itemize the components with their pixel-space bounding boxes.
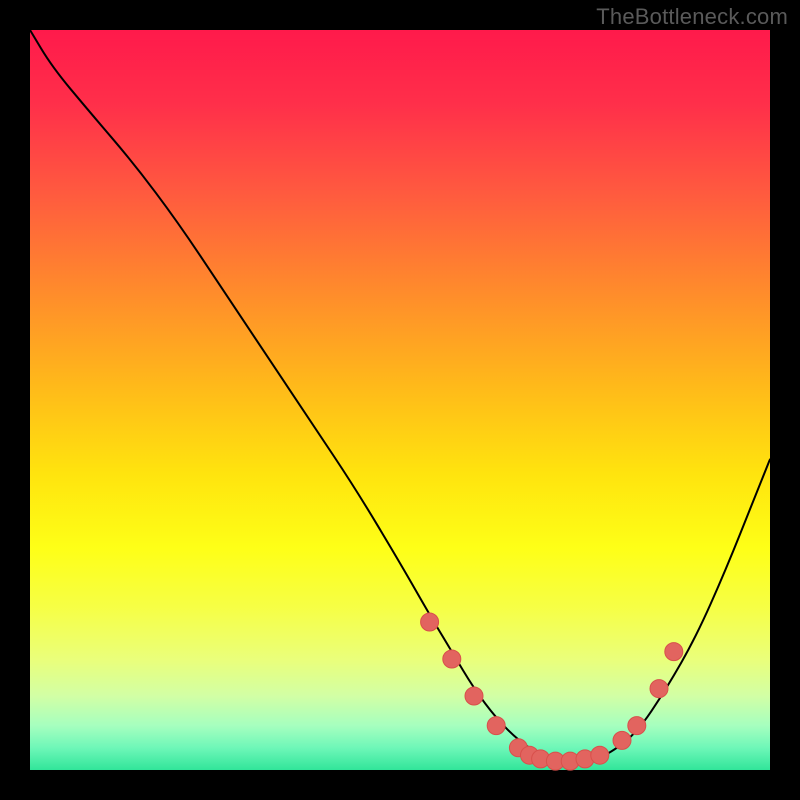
curve-marker [613, 731, 631, 749]
curve-marker [628, 717, 646, 735]
watermark-text: TheBottleneck.com [596, 4, 788, 30]
curve-marker [591, 746, 609, 764]
curve-marker [665, 643, 683, 661]
curve-marker [443, 650, 461, 668]
bottleneck-chart [0, 0, 800, 800]
plot-background [30, 30, 770, 770]
curve-marker [650, 680, 668, 698]
chart-stage: TheBottleneck.com [0, 0, 800, 800]
curve-marker [421, 613, 439, 631]
curve-marker [487, 717, 505, 735]
curve-marker [465, 687, 483, 705]
